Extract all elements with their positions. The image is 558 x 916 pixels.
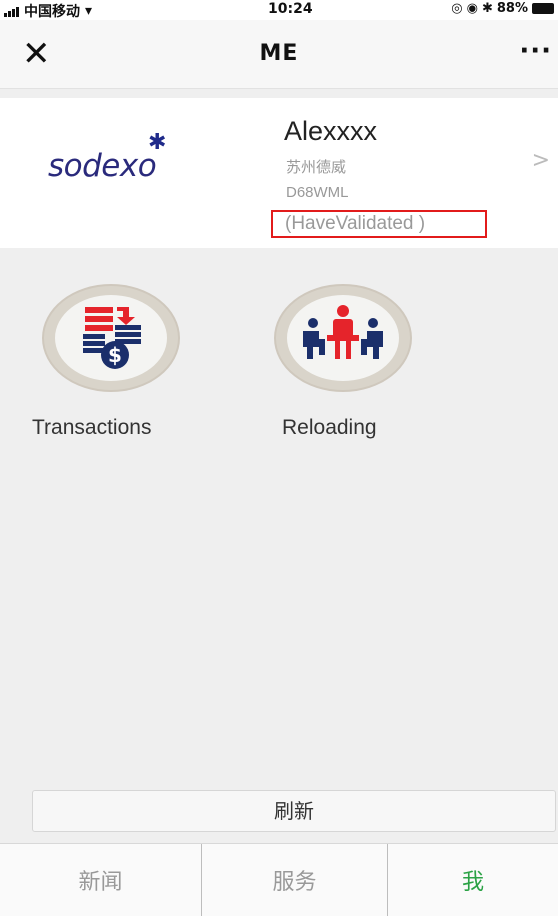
battery-percent: 88% xyxy=(496,1,528,16)
profile-name: Alexxxx xyxy=(284,116,378,146)
carrier-group: 中国移动 ▾ xyxy=(4,1,92,21)
chevron-right-icon: > xyxy=(531,148,550,173)
status-time: 10:24 xyxy=(268,1,313,17)
status-bar: 中国移动 ▾ 10:24 ◎ ◉ ✱ 88% xyxy=(0,0,558,20)
transactions-icon-graphic: $ xyxy=(83,307,141,369)
icon-backdrop: $ xyxy=(55,295,167,381)
logo-text: sodexo xyxy=(48,148,157,184)
profile-company: 苏州德威 xyxy=(286,158,347,176)
alarm-icon: ◉ xyxy=(466,1,478,16)
status-right-group: ◎ ◉ ✱ 88% xyxy=(451,1,554,16)
profile-code: D68WML xyxy=(286,184,349,201)
nav-bar: ✕ ME ··· xyxy=(0,20,558,89)
lock-rotation-icon: ◎ xyxy=(451,1,463,16)
page-title: ME xyxy=(259,41,299,66)
divider xyxy=(0,89,558,98)
profile-card[interactable]: sodexo ✱ Alexxxx 苏州德威 D68WML (HaveValida… xyxy=(14,98,558,248)
reloading-label: Reloading xyxy=(282,416,377,439)
reloading-icon xyxy=(274,284,412,392)
reloading-tile[interactable]: Reloading xyxy=(270,284,470,484)
wifi-icon: ▾ xyxy=(85,3,93,19)
content-area: $ Transactions Reloading xyxy=(0,248,558,843)
validation-status: (HaveValidated ) xyxy=(271,210,487,238)
signal-icon xyxy=(4,6,19,17)
star-icon: ✱ xyxy=(148,130,167,155)
tab-services[interactable]: 服务 xyxy=(202,844,388,916)
tab-bar: 新闻 服务 我 xyxy=(0,843,558,916)
transactions-label: Transactions xyxy=(32,416,152,439)
refresh-button[interactable]: 刷新 xyxy=(32,790,556,832)
carrier-label: 中国移动 xyxy=(24,4,80,20)
tab-me[interactable]: 我 xyxy=(388,844,558,916)
tab-news[interactable]: 新闻 xyxy=(0,844,202,916)
more-icon[interactable]: ··· xyxy=(519,36,552,66)
reloading-icon-graphic xyxy=(303,305,383,359)
transactions-tile[interactable]: $ Transactions xyxy=(30,284,230,484)
bluetooth-icon: ✱ xyxy=(481,1,493,16)
transactions-icon: $ xyxy=(42,284,180,392)
svg-text:$: $ xyxy=(108,343,122,367)
battery-icon xyxy=(532,3,554,14)
sodexo-logo: sodexo ✱ xyxy=(48,130,178,190)
icon-backdrop xyxy=(287,295,399,381)
